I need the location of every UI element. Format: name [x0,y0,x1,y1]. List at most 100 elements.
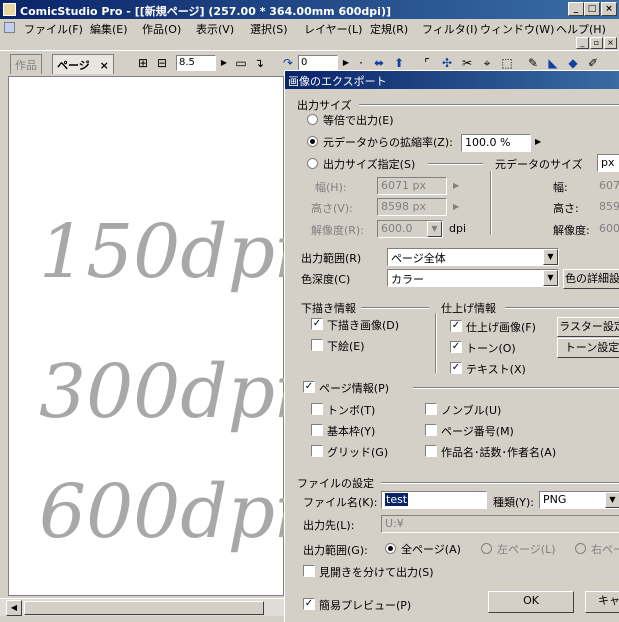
output-range-select[interactable]: ページ全体 ▼ [387,248,559,266]
select-tool-icon[interactable]: ⌜ [420,56,434,70]
rotation-field[interactable]: 0 [298,55,338,71]
minimize-button[interactable]: _ [568,2,584,16]
close-button[interactable]: × [601,2,617,16]
resolution-select[interactable]: 600.0 ▼ [377,220,443,238]
tab-work[interactable]: 作品 [10,54,42,74]
maximize-button[interactable]: □ [584,2,600,16]
basic-frame-checkbox[interactable] [311,424,323,436]
file-type-select[interactable]: PNG ▼ [539,491,619,509]
cut-icon[interactable]: ✂ [460,56,474,70]
page-icon[interactable]: ▭ [234,56,248,70]
work-info-label[interactable]: 作品名･話数･作者名(A) [441,444,556,460]
ok-button[interactable]: OK [488,591,574,613]
menu-filter[interactable]: フィルタ(I) [422,21,478,37]
rotate-icon[interactable]: ↷ [281,56,295,70]
all-pages-label[interactable]: 全ページ(A) [401,541,461,557]
flip-horizontal-icon[interactable]: ⬌ [372,56,386,70]
menu-window[interactable]: ウィンドウ(W) [480,21,554,37]
scale-label[interactable]: 元データからの拡縮率(Z): [323,134,453,150]
raster-settings-button[interactable]: ラスター設定 [557,317,619,337]
page-number-checkbox[interactable] [425,424,437,436]
same-size-label[interactable]: 等倍で出力(E) [323,112,394,128]
tab-close-icon[interactable]: × [100,59,109,72]
grid-label[interactable]: グリッド(G) [327,444,388,460]
menu-ruler[interactable]: 定規(R) [370,21,408,37]
left-page-label[interactable]: 左ページ(L) [497,541,556,557]
tone-checkbox[interactable]: ✓ [450,341,462,353]
horizontal-scrollbar[interactable]: ◀ [0,598,290,616]
nombre-label[interactable]: ノンブル(U) [441,402,501,418]
canvas[interactable]: 150dpi 300dpi 600dpi [8,76,285,596]
draft-image-label[interactable]: 下描き画像(D) [327,317,399,333]
scale-arrow-icon[interactable]: ▶ [535,137,541,146]
dot-icon[interactable]: · [356,56,366,70]
destination-field[interactable]: U:¥ [381,515,619,533]
tone-settings-button[interactable]: トーン設定 [557,338,619,358]
flip-icon[interactable]: ↴ [252,56,266,70]
rotation-arrow-icon[interactable]: ▶ [341,56,351,70]
page-number-label[interactable]: ページ番号(M) [441,423,514,439]
text-label[interactable]: テキスト(X) [466,361,526,377]
radio-all-pages[interactable] [385,543,396,554]
preview-checkbox[interactable]: ✓ [303,598,315,610]
nombre-checkbox[interactable] [425,403,437,415]
spread-checkbox[interactable] [303,565,315,577]
tombo-label[interactable]: トンボ(T) [327,402,375,418]
zoom-icon[interactable]: ⊟ [155,56,169,70]
fit-page-icon[interactable]: ⊞ [136,56,150,70]
fill-icon[interactable]: ◆ [566,56,580,70]
page-info-checkbox[interactable]: ✓ [303,381,315,393]
color-depth-select[interactable]: カラー ▼ [387,269,559,287]
eraser-icon[interactable]: ✐ [586,56,600,70]
mdi-restore-button[interactable]: ▫ [590,37,603,49]
menu-help[interactable]: ヘルプ(H) [556,21,606,37]
work-info-checkbox[interactable] [425,445,437,457]
file-name-field[interactable]: test [381,491,487,509]
basic-frame-label[interactable]: 基本枠(Y) [327,423,375,439]
grid-checkbox[interactable] [311,445,323,457]
menu-select[interactable]: 選択(S) [250,21,288,37]
menu-file[interactable]: ファイル(F) [24,21,83,37]
lasso-icon[interactable]: ⌖ [480,56,494,70]
underlay-checkbox[interactable] [311,339,323,351]
color-detail-button[interactable]: 色の詳細設定 [563,269,619,289]
tab-page[interactable]: ページ × [52,54,114,74]
chevron-down-icon[interactable]: ▼ [543,249,558,265]
radio-specify-size[interactable] [307,158,318,169]
preview-label[interactable]: 簡易プレビュー(P) [319,597,411,613]
specify-size-label[interactable]: 出力サイズ指定(S) [323,156,415,172]
underlay-label[interactable]: 下絵(E) [327,338,365,354]
height-arrow-icon[interactable]: ▶ [453,202,459,211]
menu-work[interactable]: 作品(O) [142,21,181,37]
page-info-label[interactable]: ページ情報(P) [319,380,389,396]
tombo-checkbox[interactable] [311,403,323,415]
menu-edit[interactable]: 編集(E) [90,21,128,37]
radio-right-page[interactable] [575,543,586,554]
marquee-icon[interactable]: ⬚ [500,56,514,70]
scroll-thumb[interactable] [24,601,264,615]
text-checkbox[interactable]: ✓ [450,362,462,374]
chevron-down-icon[interactable]: ▼ [543,270,558,286]
document-icon[interactable] [4,22,15,33]
zoom-arrow-icon[interactable]: ▶ [219,56,229,70]
chevron-down-icon[interactable]: ▼ [427,221,442,237]
radio-left-page[interactable] [481,543,492,554]
right-page-label[interactable]: 右ペー [591,541,619,557]
transform-icon[interactable]: ✣ [440,56,454,70]
pen-icon[interactable]: ✎ [526,56,540,70]
menu-layer[interactable]: レイヤー(L) [304,21,362,37]
cancel-button[interactable]: キャンセル [585,591,619,613]
menu-view[interactable]: 表示(V) [196,21,234,37]
mdi-close-button[interactable]: × [604,37,617,49]
scroll-left-button[interactable]: ◀ [6,600,22,616]
tone-label[interactable]: トーン(O) [466,340,516,356]
ruler-tool-icon[interactable]: ◣ [546,56,560,70]
zoom-field[interactable]: 8.5 [176,55,216,71]
width-arrow-icon[interactable]: ▶ [453,181,459,190]
spread-label[interactable]: 見開きを分けて出力(S) [319,564,434,580]
chevron-down-icon[interactable]: ▼ [605,492,619,508]
mdi-minimize-button[interactable]: _ [576,37,589,49]
finish-image-checkbox[interactable]: ✓ [450,320,462,332]
draft-image-checkbox[interactable]: ✓ [311,318,323,330]
source-unit-select[interactable]: px [597,154,619,172]
